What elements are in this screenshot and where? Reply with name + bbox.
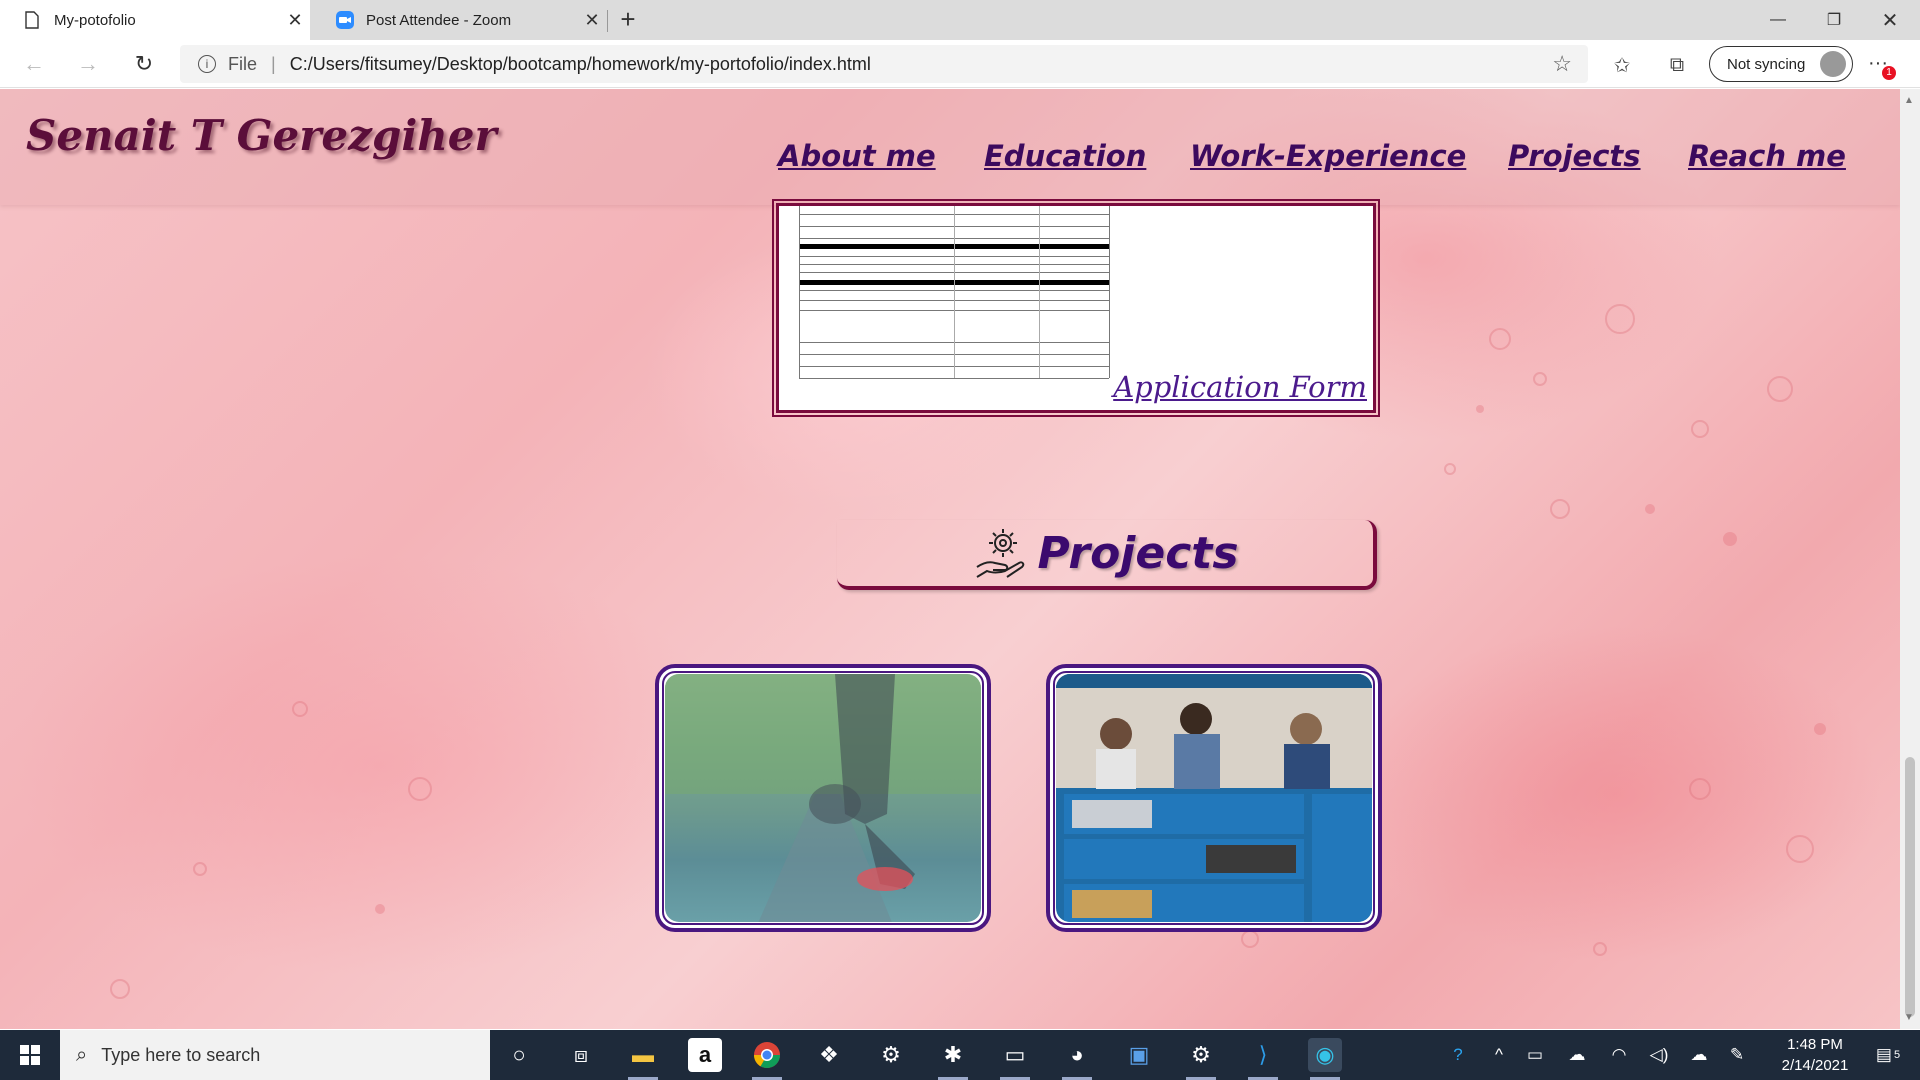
application-form-link[interactable]: Application Form [1113, 370, 1367, 404]
git-icon[interactable]: ⚙ [1184, 1038, 1218, 1080]
nav-education[interactable]: Education [984, 139, 1146, 173]
battery-icon[interactable]: ▭ [1520, 1030, 1550, 1080]
wifi-icon[interactable]: ◠ [1604, 1030, 1634, 1080]
notification-count: 5 [1893, 1049, 1901, 1061]
refresh-icon[interactable]: ↻ [128, 48, 160, 80]
url-text[interactable]: C:/Users/fitsumey/Desktop/bootcamp/homew… [290, 54, 871, 75]
zoom-icon [336, 11, 354, 29]
page-scrollbar[interactable]: ▲ ▼ [1900, 89, 1920, 1029]
nav-about-me[interactable]: About me [778, 139, 936, 173]
show-hidden-icons[interactable]: ^ [1484, 1030, 1514, 1080]
chrome-canary-icon[interactable]: ◕ [1060, 1038, 1094, 1080]
tab-label: Post Attendee - Zoom [366, 11, 512, 29]
runner-image [665, 674, 981, 922]
help-icon[interactable]: ? [1440, 1030, 1476, 1080]
search-placeholder: Type here to search [101, 1044, 261, 1065]
pen-icon[interactable]: ✎ [1722, 1030, 1752, 1080]
browser-toolbar: ← → ↻ i File | C:/Users/fitsumey/Desktop… [0, 40, 1920, 88]
avatar [1820, 51, 1846, 77]
horiseon-image [1056, 674, 1372, 922]
windows-start-icon[interactable] [0, 1030, 60, 1080]
clock-time: 1:48 PM [1787, 1036, 1843, 1053]
project-card-run-buddy[interactable] [655, 664, 991, 932]
close-tab-icon[interactable]: ✕ [280, 10, 310, 31]
edge-icon[interactable]: ◉ [1308, 1038, 1342, 1080]
terminal-icon[interactable]: ▭ [998, 1038, 1032, 1080]
more-options-icon[interactable]: ··· 1 [1868, 52, 1896, 80]
notifications-icon[interactable]: ▤ 5 [1868, 1030, 1908, 1080]
site-title: Senait T Gerezgiher [26, 111, 497, 160]
photos-icon[interactable]: ▣ [1122, 1038, 1156, 1072]
favorites-icon[interactable]: ✩ [1607, 50, 1637, 80]
close-window-icon[interactable]: ✕ [1862, 0, 1918, 40]
tab-separator [607, 10, 608, 32]
notification-badge: 1 [1882, 66, 1896, 80]
tab-zoom[interactable]: Post Attendee - Zoom ✕ [312, 0, 607, 40]
new-tab-icon[interactable]: + [612, 4, 644, 36]
close-tab-icon[interactable]: ✕ [577, 10, 607, 31]
tab-label: My-potofolio [54, 11, 136, 29]
page-icon [24, 11, 40, 29]
nav-work-experience[interactable]: Work-Experience [1190, 139, 1466, 173]
address-bar[interactable]: i File | C:/Users/fitsumey/Desktop/bootc… [180, 45, 1588, 83]
sync-button[interactable]: Not syncing [1709, 46, 1853, 82]
scrollbar-thumb[interactable] [1905, 757, 1915, 1017]
gear-hand-icon [971, 523, 1031, 583]
scroll-up-icon[interactable]: ▲ [1904, 95, 1914, 106]
taskbar-search[interactable]: ⌕ Type here to search [60, 1030, 490, 1080]
projects-heading: Projects [837, 520, 1377, 590]
taskbar-clock[interactable]: 1:48 PM 2/14/2021 [1760, 1034, 1870, 1076]
collections-icon[interactable]: ⧉ [1662, 50, 1692, 80]
volume-icon[interactable]: ◁) [1644, 1030, 1674, 1080]
sync-label: Not syncing [1727, 55, 1806, 73]
restore-icon[interactable]: ❐ [1806, 0, 1862, 40]
file-label: File [228, 53, 258, 74]
minimize-icon[interactable]: — [1750, 0, 1806, 40]
application-form-thumbnail [799, 206, 1110, 396]
nav-projects[interactable]: Projects [1508, 139, 1641, 173]
slack-icon[interactable]: ✱ [936, 1038, 970, 1080]
site-header: Senait T Gerezgiher About me Education W… [0, 89, 1900, 205]
scroll-down-icon[interactable]: ▼ [1904, 1012, 1914, 1023]
vscode-icon[interactable]: ⟩ [1246, 1038, 1280, 1080]
task-view-icon[interactable]: ⧈ [564, 1038, 598, 1072]
cloud-sync-icon[interactable]: ☁ [1684, 1030, 1714, 1080]
settings-gear-icon[interactable]: ⚙ [874, 1038, 908, 1072]
back-icon[interactable]: ← [18, 48, 50, 80]
favorite-star-icon[interactable]: ☆ [1552, 51, 1572, 77]
search-icon: ⌕ [76, 1043, 88, 1066]
file-explorer-icon[interactable]: ▬ [626, 1038, 660, 1080]
forward-icon[interactable]: → [72, 48, 104, 80]
divider: | [271, 53, 276, 74]
windows-taskbar: ⌕ Type here to search ○ ⧈ ▬ a ❖ ⚙ ✱ ▭ ◕ … [0, 1030, 1920, 1080]
cortana-icon[interactable]: ○ [502, 1038, 536, 1072]
browser-tabstrip: My-potofolio ✕ Post Attendee - Zoom ✕ + … [0, 0, 1920, 40]
onedrive-error-icon[interactable]: ☁ [1562, 1030, 1592, 1080]
project-card-horiseon[interactable] [1046, 664, 1382, 932]
projects-heading-text: Projects [1037, 527, 1239, 579]
tab-my-potofolio[interactable]: My-potofolio ✕ [0, 0, 310, 40]
clock-date: 2/14/2021 [1781, 1057, 1849, 1074]
amazon-icon[interactable]: a [688, 1038, 722, 1072]
nav-reach-me[interactable]: Reach me [1688, 139, 1846, 173]
page-viewport: Senait T Gerezgiher About me Education W… [0, 89, 1900, 1029]
info-icon[interactable]: i [198, 55, 216, 73]
chrome-icon[interactable] [750, 1038, 784, 1080]
dropbox-icon[interactable]: ❖ [812, 1038, 846, 1072]
application-form-card[interactable]: Application Form [772, 199, 1380, 417]
